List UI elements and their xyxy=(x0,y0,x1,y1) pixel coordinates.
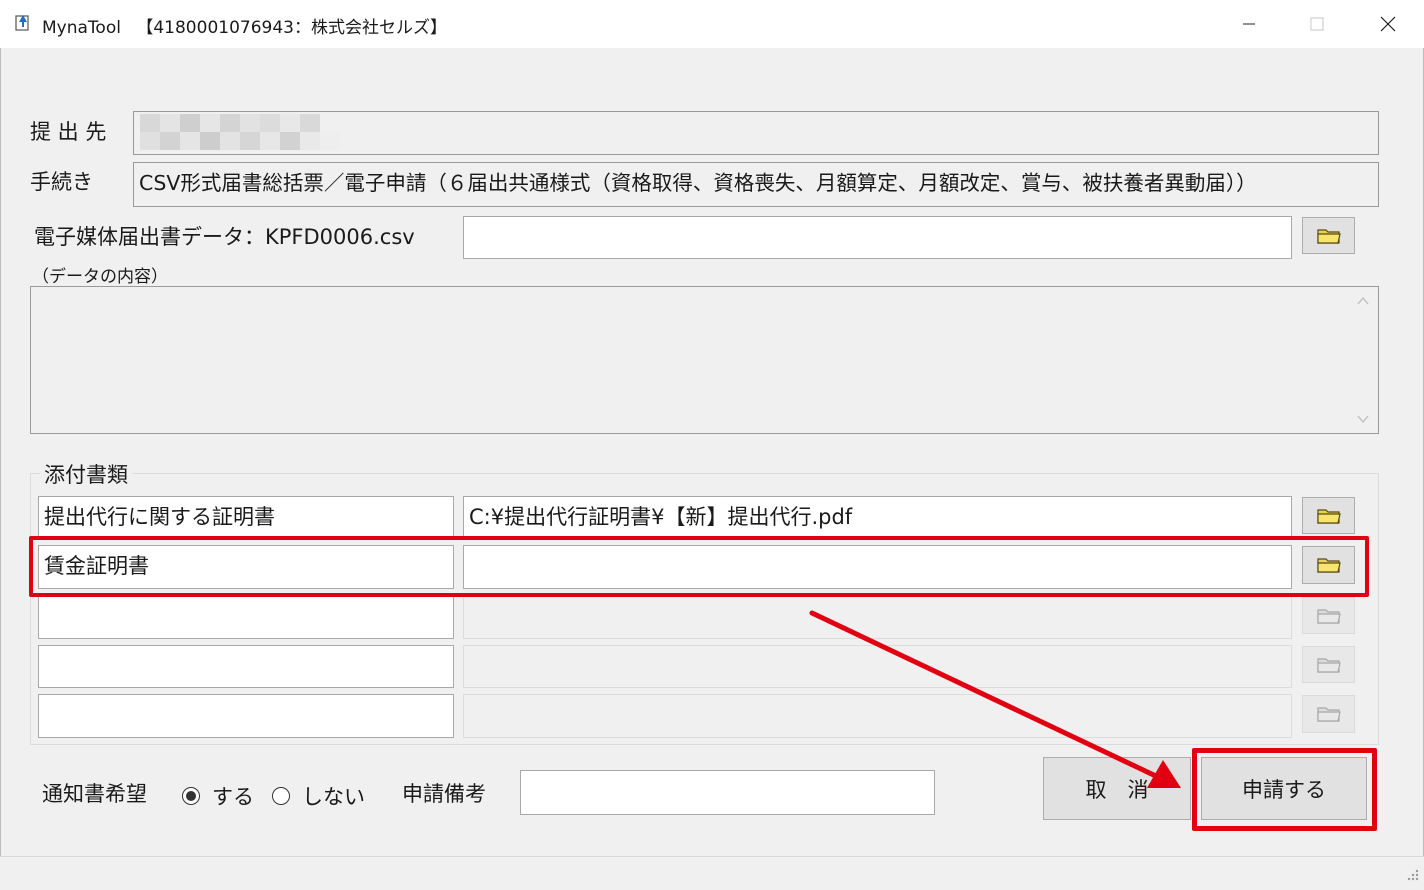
attachment-browse-button xyxy=(1302,597,1355,634)
app-icon xyxy=(15,15,29,31)
notice-label: 通知書希望 xyxy=(42,782,147,806)
highlight-wage-certificate-row xyxy=(29,536,1369,597)
redacted-submit-to xyxy=(140,114,340,150)
procedure-value: CSV形式届書総括票／電子申請（６届出共通様式（資格取得、資格喪失、月額算定、月… xyxy=(139,171,1257,195)
window-border-left xyxy=(0,48,1,889)
attachment-browse-button[interactable] xyxy=(1302,497,1355,534)
data-contents-textarea[interactable] xyxy=(30,286,1379,434)
submit-to-label: 提 出 先 xyxy=(30,120,107,144)
procedure-field: CSV形式届書総括票／電子申請（６届出共通様式（資格取得、資格喪失、月額算定、月… xyxy=(133,162,1379,207)
attachments-group-label: 添付書類 xyxy=(40,459,132,489)
close-button[interactable] xyxy=(1355,0,1421,48)
attachment-path-field xyxy=(463,694,1292,738)
media-data-input[interactable] xyxy=(463,216,1292,259)
maximize-icon xyxy=(1310,17,1324,31)
media-data-label: 電子媒体届出書データ：KPFD0006.csv xyxy=(34,225,415,249)
resize-grip-icon[interactable] xyxy=(1404,868,1420,884)
attachment-path: C:¥提出代行証明書¥【新】提出代行.pdf xyxy=(469,505,853,529)
attachment-path-field xyxy=(463,645,1292,688)
attachment-name-field[interactable] xyxy=(38,596,454,639)
attachment-path-field[interactable]: C:¥提出代行証明書¥【新】提出代行.pdf xyxy=(463,496,1292,539)
scroll-down-icon[interactable] xyxy=(1356,412,1370,426)
folder-icon xyxy=(1316,657,1341,673)
title-info: 【4180001076943：株式会社セルズ】 xyxy=(136,18,447,38)
media-data-browse-button[interactable] xyxy=(1302,217,1355,254)
procedure-label: 手続き xyxy=(30,170,93,194)
window-title: MynaTool 【4180001076943：株式会社セルズ】 xyxy=(42,13,447,38)
notice-no-radio[interactable]: しない xyxy=(272,781,365,811)
cancel-button-label: 取 消 xyxy=(1085,777,1149,802)
data-contents-label: （データの内容） xyxy=(32,267,168,287)
scroll-up-icon[interactable] xyxy=(1356,294,1370,308)
remarks-input[interactable] xyxy=(520,770,935,815)
radio-checked-icon xyxy=(182,787,200,805)
app-name: MynaTool xyxy=(42,18,121,38)
maximize-button[interactable] xyxy=(1284,0,1350,48)
folder-icon xyxy=(1316,228,1341,244)
status-bar xyxy=(0,856,1424,890)
folder-icon xyxy=(1316,508,1341,524)
close-icon xyxy=(1380,16,1396,32)
cancel-button[interactable]: 取 消 xyxy=(1043,757,1191,820)
folder-icon xyxy=(1316,707,1341,722)
notice-no-label: しない xyxy=(302,785,365,809)
attachment-browse-button xyxy=(1302,646,1355,683)
radio-unchecked-icon xyxy=(272,787,290,805)
notice-yes-label: する xyxy=(212,785,254,809)
attachment-browse-button xyxy=(1302,695,1355,733)
attachment-name: 提出代行に関する証明書 xyxy=(44,505,275,529)
folder-icon xyxy=(1316,608,1341,624)
attachment-name-field[interactable] xyxy=(38,645,454,688)
attachment-path-field xyxy=(463,596,1292,639)
notice-yes-radio[interactable]: する xyxy=(182,781,254,811)
minimize-button[interactable] xyxy=(1216,0,1282,48)
remarks-label: 申請備考 xyxy=(402,782,486,806)
highlight-apply-button xyxy=(1192,748,1377,831)
attachment-name-field[interactable] xyxy=(38,694,454,738)
minimize-icon xyxy=(1243,23,1255,25)
attachment-name-field[interactable]: 提出代行に関する証明書 xyxy=(38,496,454,539)
